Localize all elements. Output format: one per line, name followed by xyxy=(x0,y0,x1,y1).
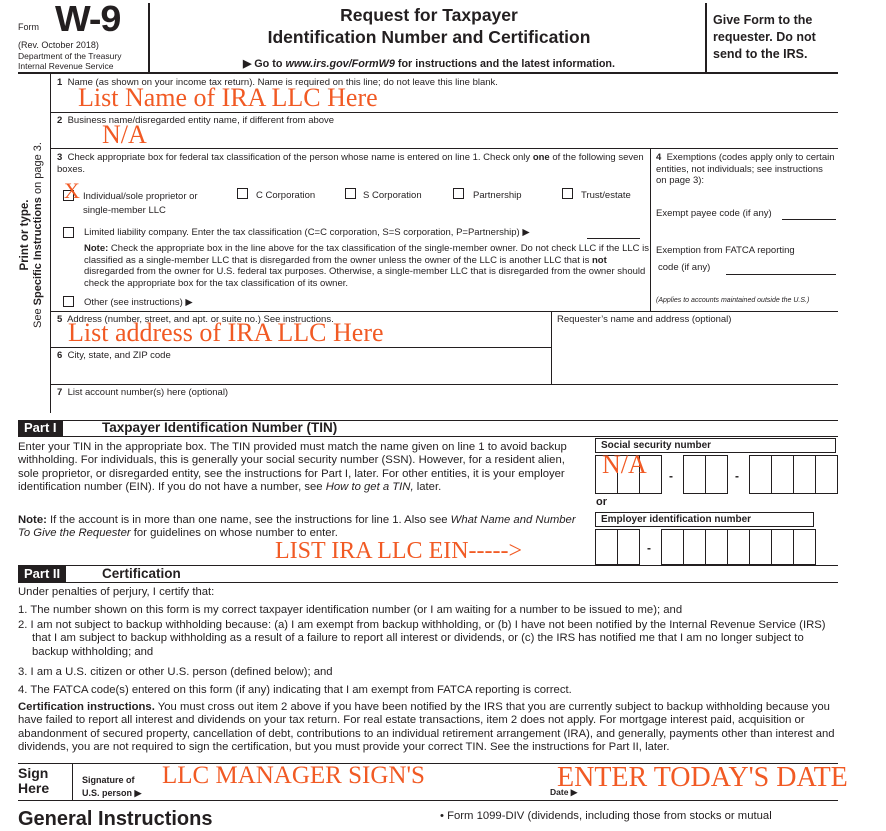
signature-label: Signature of U.S. person ▶ xyxy=(82,775,142,798)
ssn-digit-box[interactable] xyxy=(815,455,838,494)
option-trust-estate-label: Trust/estate xyxy=(581,190,631,201)
ssn-digit-box[interactable] xyxy=(749,455,772,494)
irs-link[interactable]: www.irs.gov/FormW9 xyxy=(285,58,394,70)
form-number: W-9 xyxy=(55,0,121,39)
see-specific-instructions: See Specific Instructions on page 3. xyxy=(32,142,44,328)
checkmark-x: X xyxy=(64,178,80,203)
ein-digit-box[interactable] xyxy=(617,529,640,565)
or-label: or xyxy=(596,496,607,508)
fatca-code-input[interactable] xyxy=(726,274,836,275)
option-individual-label: Individual/sole proprietor or xyxy=(83,191,198,202)
service: Internal Revenue Service xyxy=(18,61,114,71)
ssn-value: N/A xyxy=(602,450,647,479)
date-input[interactable]: ENTER TODAY'S DATE xyxy=(557,762,848,794)
part2-item-1: 1. The number shown on this form is my c… xyxy=(18,604,683,616)
ein-digit-box[interactable] xyxy=(727,529,750,565)
option-s-corporation-label: S Corporation xyxy=(363,190,422,201)
signature-input[interactable]: LLC MANAGER SIGN'S xyxy=(162,762,425,790)
ein-digit-box[interactable] xyxy=(771,529,794,565)
checkbox-trust-estate[interactable] xyxy=(562,188,573,199)
line6-input[interactable] xyxy=(52,362,550,384)
option-llc-label: Limited liability company. Enter the tax… xyxy=(84,227,530,238)
ssn-dash: - xyxy=(735,468,739,483)
checkbox-partnership[interactable] xyxy=(453,188,464,199)
option-individual-label2: single-member LLC xyxy=(83,205,166,216)
fatca-label-line1: Exemption from FATCA reporting xyxy=(656,245,795,256)
part2-tag: Part II xyxy=(18,566,67,582)
title-line2: Identification Number and Certification xyxy=(267,27,591,47)
part1-title: Taxpayer Identification Number (TIN) xyxy=(102,420,338,435)
form-title: Request for Taxpayer Identification Numb… xyxy=(150,4,708,48)
ssn-digit-box[interactable] xyxy=(771,455,794,494)
part1-tag: Part I xyxy=(18,420,63,436)
part1-note: Note: If the account is in more than one… xyxy=(18,514,576,540)
llc-note: Note: Check the appropriate box in the l… xyxy=(84,243,650,290)
requester-input[interactable] xyxy=(552,324,836,384)
line3-label: 3 Check appropriate box for federal tax … xyxy=(57,152,644,175)
general-instructions-heading: General Instructions xyxy=(18,808,213,830)
certification-instructions: Certification instructions. You must cro… xyxy=(18,701,835,754)
checkbox-other[interactable] xyxy=(63,296,74,307)
ein-digit-box[interactable] xyxy=(793,529,816,565)
option-other-label: Other (see instructions) ▶ xyxy=(84,297,193,308)
part2-item-4: 4. The FATCA code(s) entered on this for… xyxy=(18,684,572,696)
fatca-label-line2: code (if any) xyxy=(658,262,711,273)
form-label: Form xyxy=(18,22,39,32)
line1-name-input[interactable]: List Name of IRA LLC Here xyxy=(78,83,378,113)
line6-label: City, state, and ZIP code xyxy=(67,350,171,361)
ssn-dash: - xyxy=(669,468,673,483)
line7-input[interactable] xyxy=(52,398,832,414)
part2-item-2: 2. I am not subject to backup withholdin… xyxy=(18,619,826,658)
ein-digit-box[interactable] xyxy=(595,529,618,565)
line4-label: 4 Exemptions (codes apply only to certai… xyxy=(656,152,835,186)
checkbox-c-corporation[interactable] xyxy=(237,188,248,199)
checkbox-llc[interactable] xyxy=(63,227,74,238)
part2-title: Certification xyxy=(102,566,181,581)
ein-digit-box[interactable] xyxy=(705,529,728,565)
ein-digit-box[interactable] xyxy=(683,529,706,565)
print-or-type: Print or type. xyxy=(19,199,31,271)
ssn-digit-box[interactable] xyxy=(793,455,816,494)
exempt-payee-label: Exempt payee code (if any) xyxy=(656,208,772,219)
ein-annotation: LIST IRA LLC EIN-----> xyxy=(275,538,523,564)
title-line1: Request for Taxpayer xyxy=(340,5,518,25)
llc-classification-input[interactable] xyxy=(587,238,640,239)
checkbox-s-corporation[interactable] xyxy=(345,188,356,199)
option-c-corporation-label: C Corporation xyxy=(256,190,316,201)
option-partnership-label: Partnership xyxy=(473,190,522,201)
goto-line: ▶ Go to www.irs.gov/FormW9 for instructi… xyxy=(242,58,616,70)
revision: (Rev. October 2018) xyxy=(18,40,99,50)
ein-label: Employer identification number xyxy=(595,512,814,527)
exempt-payee-input[interactable] xyxy=(782,219,836,220)
ein-dash: - xyxy=(647,541,651,555)
part2-item-3: 3. I am a U.S. citizen or other U.S. per… xyxy=(18,666,333,678)
fatca-applies-note: (Applies to accounts maintained outside … xyxy=(656,297,810,304)
footer-bullet: • Form 1099-DIV (dividends, including th… xyxy=(440,810,772,822)
ein-digit-box[interactable] xyxy=(661,529,684,565)
ssn-digit-box[interactable] xyxy=(705,455,728,494)
part1-instructions: Enter your TIN in the appropriate box. T… xyxy=(18,441,567,494)
part2-intro: Under penalties of perjury, I certify th… xyxy=(18,586,215,598)
give-form-note: Give Form to the requester. Do not send … xyxy=(713,13,816,61)
department: Department of the Treasury xyxy=(18,51,122,61)
line7-label: List account number(s) here (optional) xyxy=(67,387,229,398)
sign-here-label: Sign Here xyxy=(18,765,50,796)
ein-digit-box[interactable] xyxy=(749,529,772,565)
ssn-digit-box[interactable] xyxy=(683,455,706,494)
line2-business-name-input[interactable]: N/A xyxy=(102,120,147,150)
line5-address-input[interactable]: List address of IRA LLC Here xyxy=(68,318,384,348)
